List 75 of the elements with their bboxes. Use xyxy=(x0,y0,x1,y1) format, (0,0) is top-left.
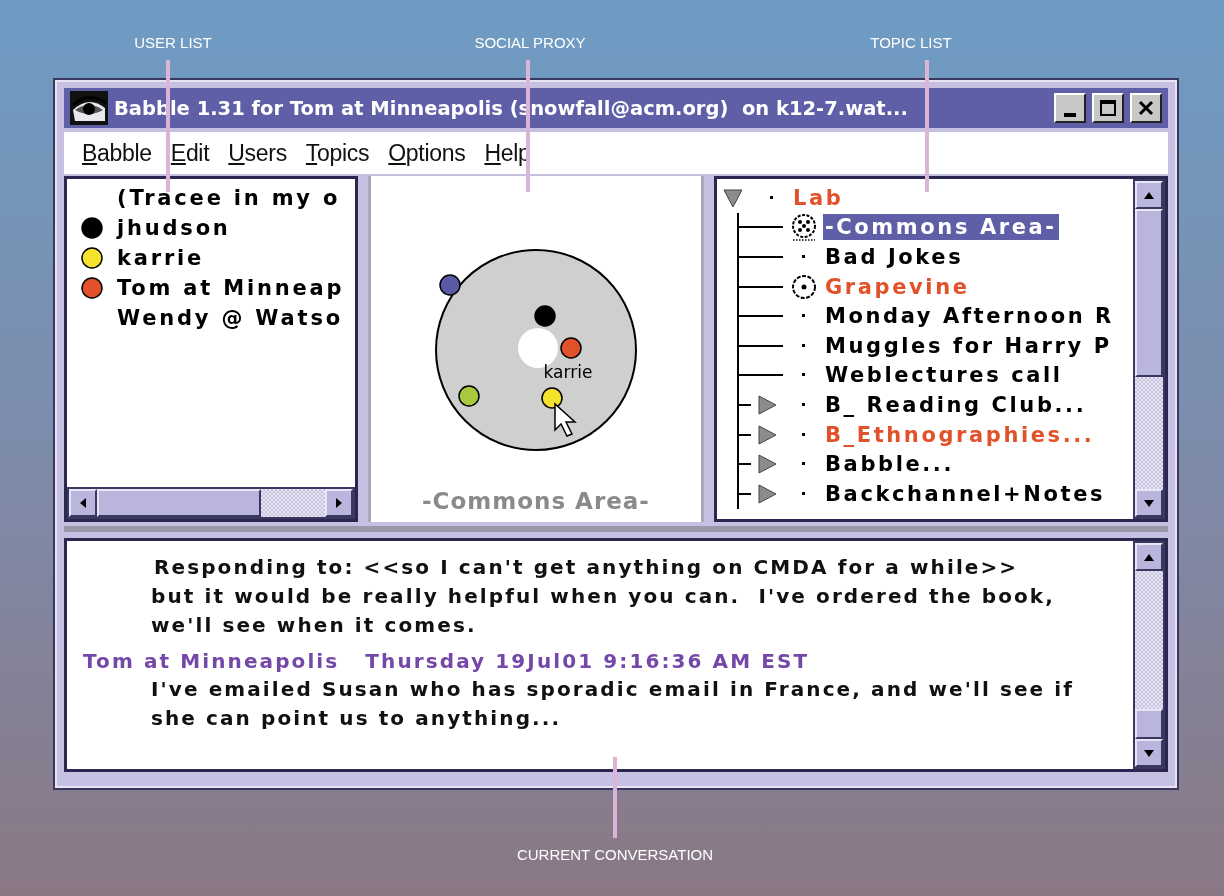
user-dot[interactable] xyxy=(534,305,556,327)
scroll-up-button[interactable] xyxy=(1135,543,1163,571)
menu-item[interactable]: Babble xyxy=(78,137,165,169)
scroll-thumb[interactable] xyxy=(97,489,262,517)
circle-dot-icon xyxy=(790,272,818,301)
bullet-icon xyxy=(802,314,806,319)
collapsed-triangle-icon[interactable] xyxy=(757,454,777,475)
bullet-icon xyxy=(802,255,806,259)
topic-item[interactable]: Lab xyxy=(791,184,846,211)
scrollbar[interactable] xyxy=(1133,179,1165,519)
collapsed-triangle-icon[interactable] xyxy=(757,483,777,504)
annotation-label: SOCIAL PROXY xyxy=(474,34,586,51)
user-dot[interactable] xyxy=(439,274,461,296)
message-text: but it would be really helpful when you can. I've ordered the book, we'll see when it comes. xyxy=(151,583,1056,639)
collapsed-triangle-icon[interactable] xyxy=(757,424,777,445)
close-button[interactable] xyxy=(1130,93,1162,123)
bullet-icon xyxy=(802,373,806,378)
menu-item[interactable]: Topics xyxy=(301,137,383,169)
bullet-icon xyxy=(802,462,806,467)
topic-item[interactable]: B_ Reading Club... xyxy=(823,391,1089,418)
arrow-down-icon xyxy=(1143,497,1155,509)
collapsed-triangle-icon[interactable] xyxy=(757,394,777,415)
scroll-thumb[interactable] xyxy=(1135,209,1163,377)
topic-item[interactable]: Weblectures call xyxy=(823,362,1065,389)
scroll-down-button[interactable] xyxy=(1135,489,1163,517)
minimize-icon xyxy=(1064,113,1076,117)
message-author: Tom at Minneapolis xyxy=(83,648,340,675)
scroll-thumb[interactable] xyxy=(1135,708,1163,739)
bullet-icon xyxy=(802,402,806,407)
user-dot[interactable] xyxy=(560,337,582,359)
expanded-triangle-icon[interactable] xyxy=(723,187,743,208)
topic-item[interactable]: Backchannel+Notes xyxy=(823,480,1108,507)
scrollbar[interactable] xyxy=(1133,541,1165,769)
topic-item[interactable]: -Commons Area- xyxy=(823,214,1059,241)
message-timestamp: Thursday 19Jul01 9:16:36 AM EST xyxy=(365,648,810,675)
scroll-down-button[interactable] xyxy=(1135,739,1163,767)
topic-item[interactable]: Bad Jokes xyxy=(823,244,966,270)
scroll-left-button[interactable] xyxy=(69,489,97,517)
topic-item[interactable]: Monday Afternoon R xyxy=(823,303,1116,330)
topic-item[interactable]: Babble... xyxy=(823,451,956,478)
user-dot[interactable] xyxy=(458,385,480,407)
minimize-button[interactable] xyxy=(1054,93,1086,123)
user-name[interactable]: (Tracee in my o xyxy=(117,186,341,210)
maximize-icon xyxy=(1099,99,1117,117)
topic-item[interactable]: B_Ethnographies... xyxy=(823,421,1097,448)
bullet-icon xyxy=(802,343,806,348)
maximize-button[interactable] xyxy=(1092,93,1124,123)
scroll-up-button[interactable] xyxy=(1135,181,1163,209)
annotation-label: USER LIST xyxy=(134,34,212,51)
user-name[interactable]: Wendy @ Watso xyxy=(117,306,343,330)
arrow-down-icon xyxy=(1143,747,1155,759)
room-name: -Commons Area- xyxy=(422,488,650,514)
user-name[interactable]: karrie xyxy=(117,246,205,270)
scrollbar[interactable] xyxy=(67,487,355,519)
message-text: I've emailed Susan who has sporadic email in France, and we'll see if she can point us to anything... xyxy=(151,676,1076,732)
menu-item[interactable]: Users xyxy=(224,137,300,169)
user-name[interactable]: jhudson xyxy=(117,216,231,240)
annotation-label: TOPIC LIST xyxy=(870,34,952,51)
bullet-icon xyxy=(802,491,806,496)
bullet-icon xyxy=(802,432,806,437)
scroll-right-button[interactable] xyxy=(325,489,353,517)
user-name-label: karrie xyxy=(543,362,593,382)
close-icon xyxy=(1137,99,1155,117)
menu-item[interactable]: Options xyxy=(384,137,479,169)
quoted-message: Responding to: <<so I can't get anything on CMDA for a while>> xyxy=(154,554,1020,581)
menu-item[interactable]: Edit xyxy=(166,137,223,169)
bullet-icon xyxy=(770,195,774,200)
topic-item[interactable]: Muggles for Harry P xyxy=(823,332,1114,359)
user-name[interactable]: Tom at Minneap xyxy=(117,276,345,300)
eye-logo-icon xyxy=(70,91,108,125)
user-dot[interactable] xyxy=(541,387,563,409)
topic-item[interactable]: Grapevine xyxy=(823,273,972,300)
annotation-label: CURRENT CONVERSATION xyxy=(516,846,714,863)
mouse-pointer-icon xyxy=(554,402,577,437)
group-circle-icon xyxy=(790,213,818,242)
